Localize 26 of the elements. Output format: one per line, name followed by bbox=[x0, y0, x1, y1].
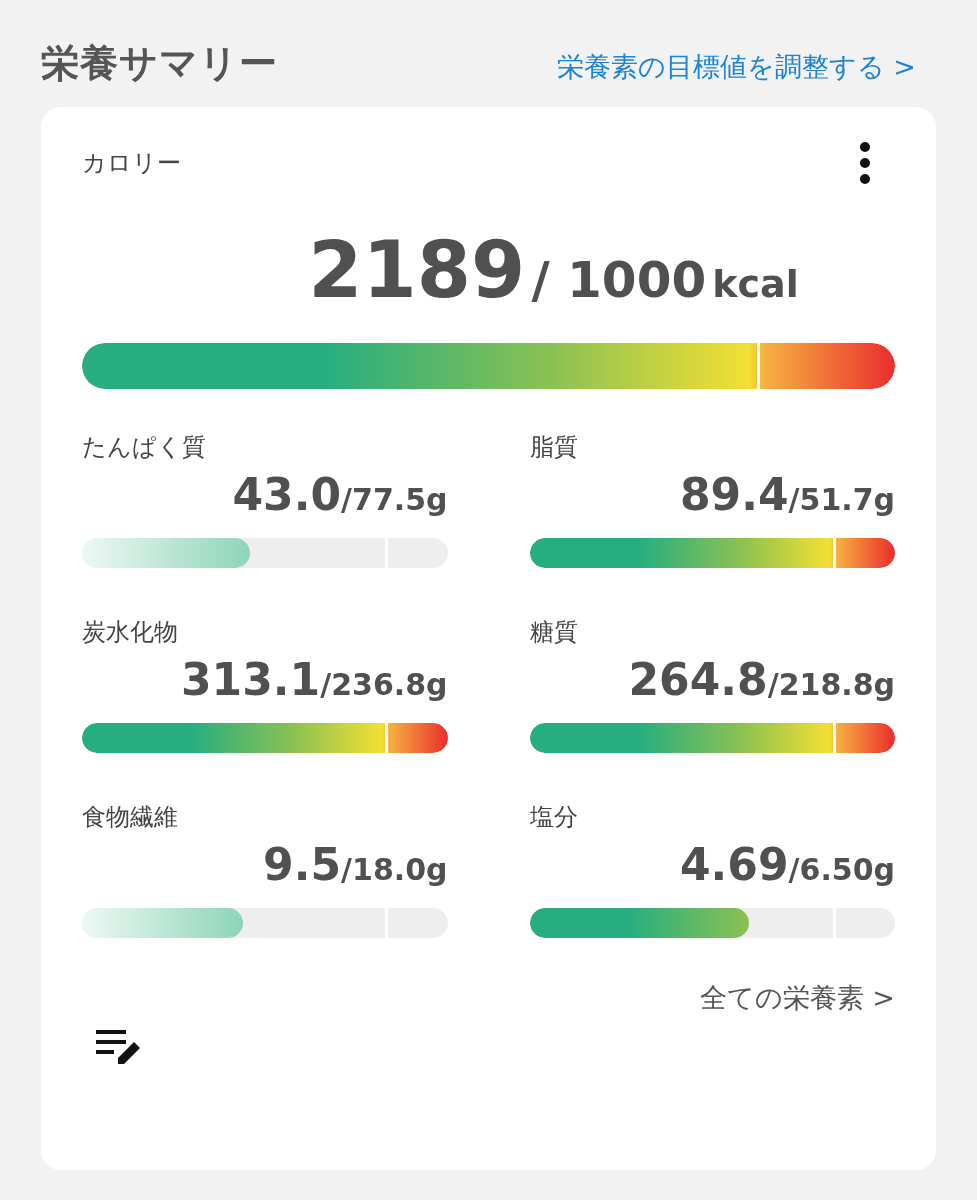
nutrient-target: /77.5g bbox=[341, 482, 448, 517]
nutrient-target: /218.8g bbox=[767, 667, 895, 702]
calories-label: カロリー bbox=[82, 148, 181, 179]
nutrient-label: たんぱく質 bbox=[82, 433, 206, 461]
nutrient-label: 食物繊維 bbox=[82, 803, 178, 831]
nutrient-value: 89.4 bbox=[680, 469, 789, 520]
nutrient-target: /236.8g bbox=[320, 667, 448, 702]
nutrient-value: 4.69 bbox=[680, 839, 789, 890]
nutrient-label: 塩分 bbox=[529, 803, 578, 831]
more-icon[interactable] bbox=[859, 141, 871, 185]
adjust-goals-link[interactable]: 栄養素の目標値を調整する > bbox=[556, 49, 916, 85]
nutrient-value: 264.8 bbox=[628, 654, 768, 705]
nutrient-value: 9.5 bbox=[263, 839, 342, 890]
calories-target: / 1000 bbox=[531, 251, 707, 309]
nutrient-target: /51.7g bbox=[788, 482, 895, 517]
nutrient-label: 脂質 bbox=[529, 433, 578, 461]
all-nutrients-link[interactable]: 全ての栄養素 > bbox=[699, 980, 895, 1016]
nutrient-target: /6.50g bbox=[788, 852, 895, 887]
nutrient-label: 炭水化物 bbox=[82, 618, 178, 646]
nutrient-value: 43.0 bbox=[232, 469, 342, 520]
nutrient-value: 313.1 bbox=[181, 654, 321, 705]
nutrient-target: /18.0g bbox=[341, 852, 448, 887]
calories-value: 2189 bbox=[308, 225, 526, 315]
calories-unit: kcal bbox=[712, 262, 799, 306]
section-title: 栄養サマリー bbox=[41, 40, 278, 87]
nutrient-label: 糖質 bbox=[529, 618, 578, 646]
